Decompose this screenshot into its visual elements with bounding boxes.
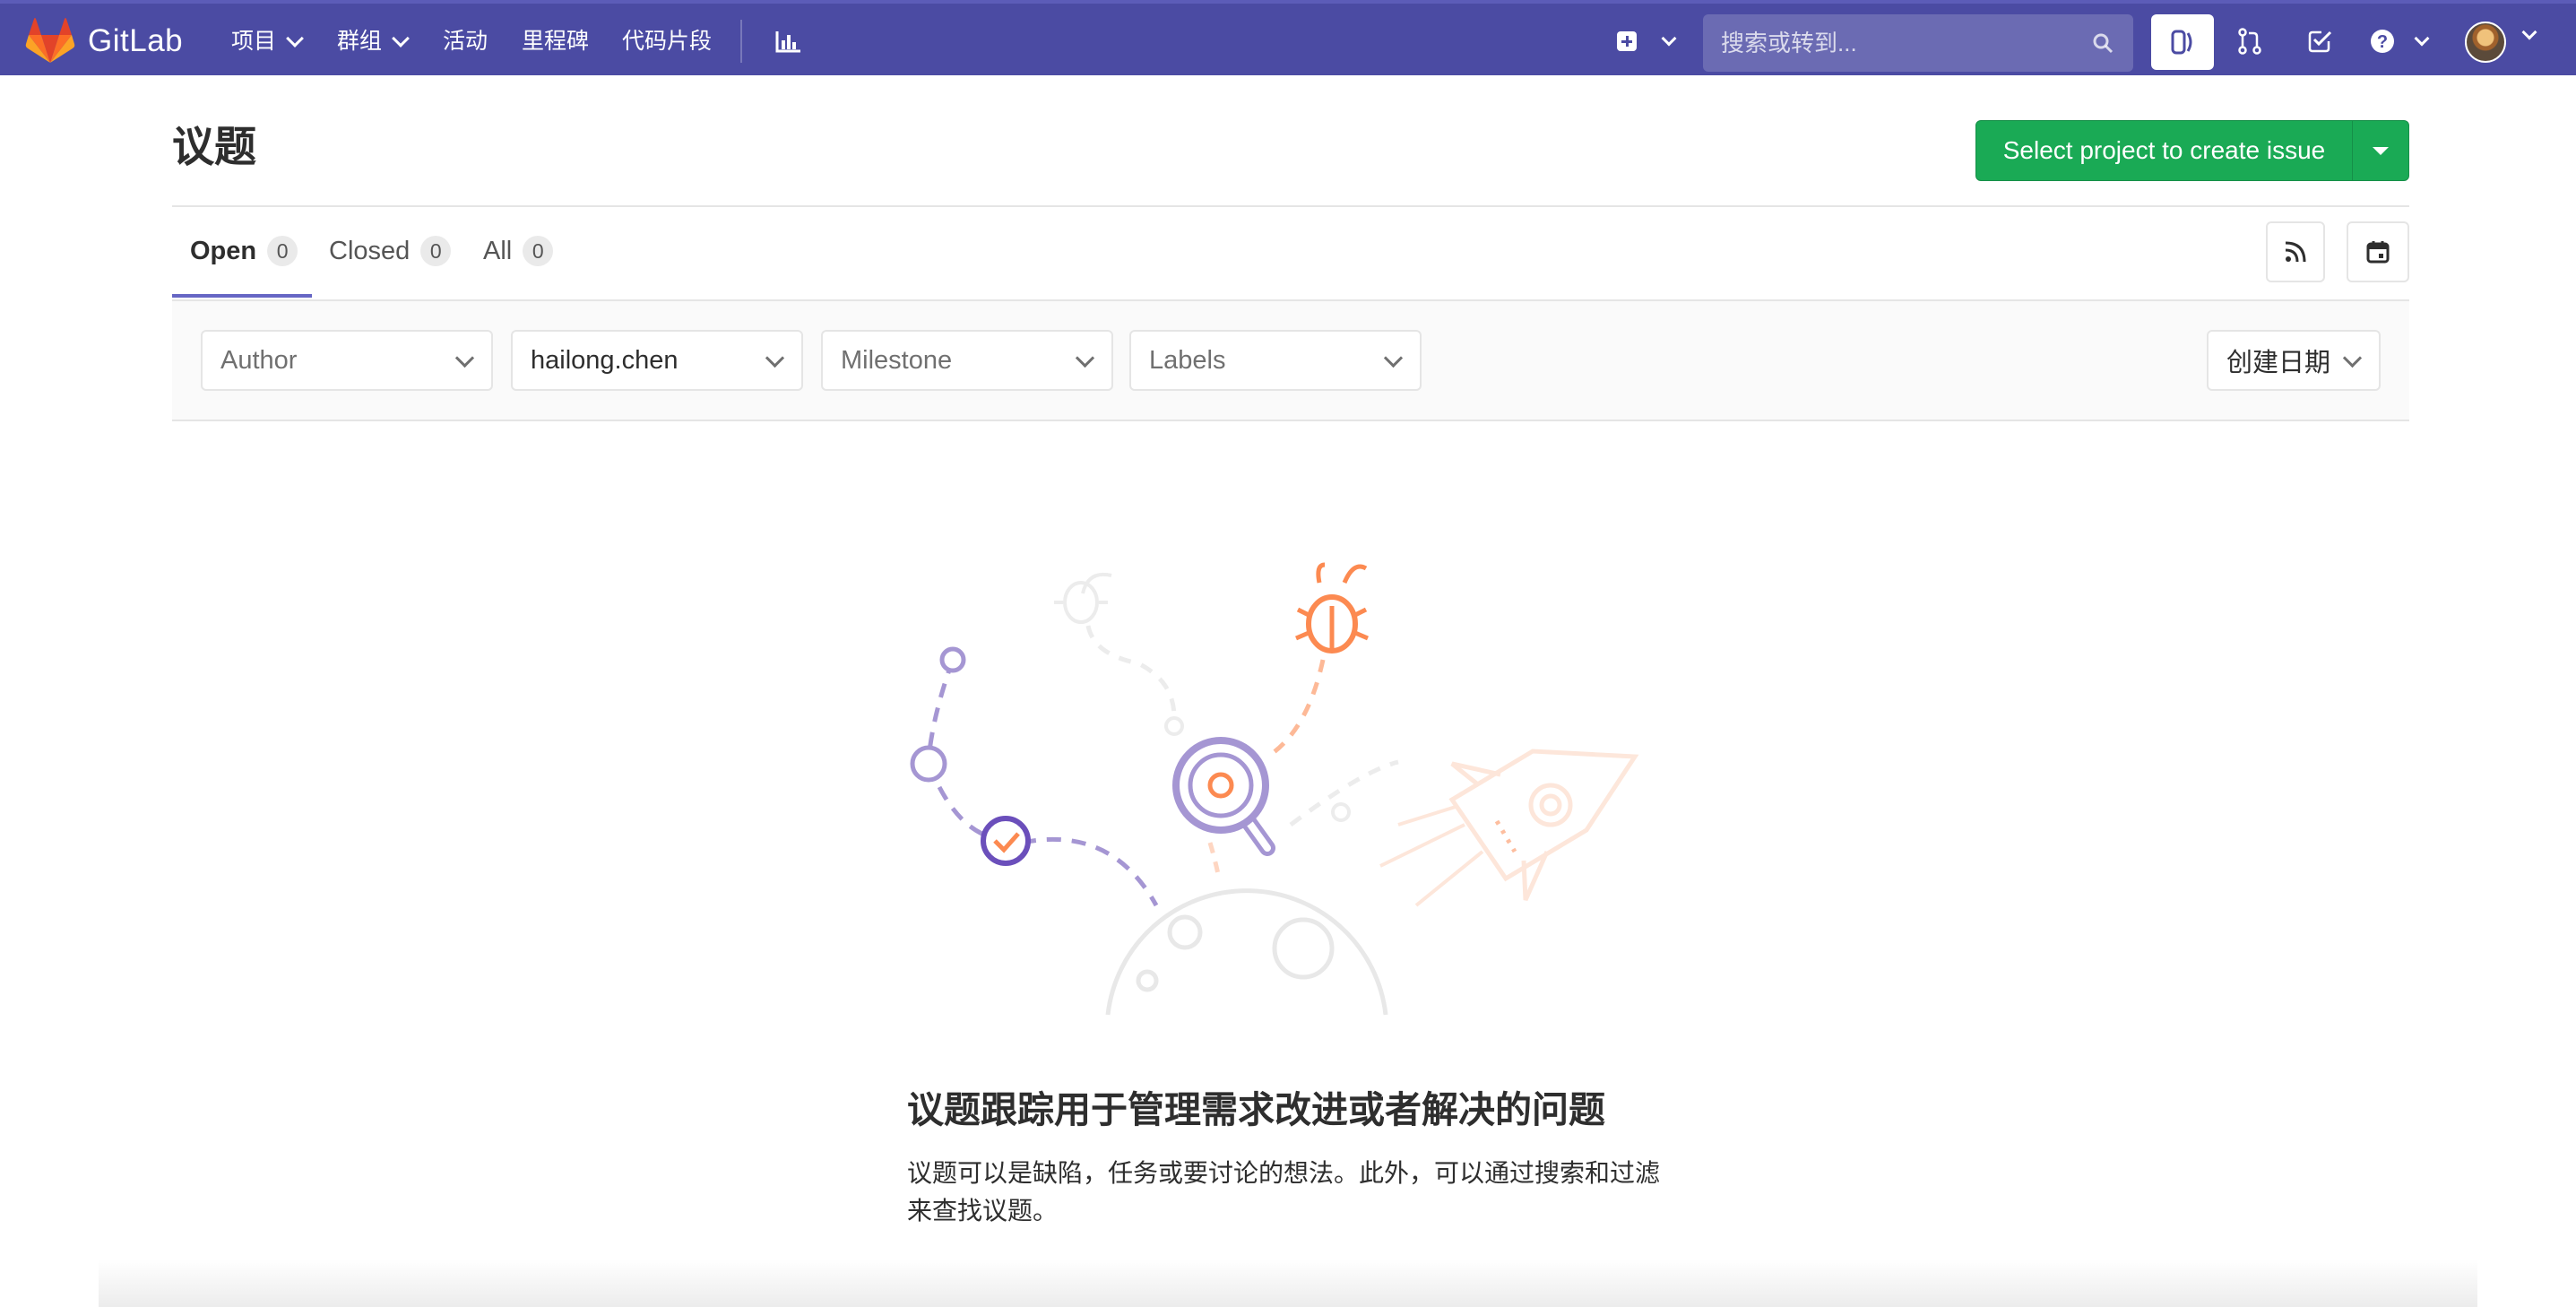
tab-open-label: Open [190, 236, 257, 265]
tab-all-count: 0 [523, 236, 554, 266]
todo-check-icon[interactable] [2300, 22, 2339, 61]
avatar[interactable] [2465, 22, 2506, 63]
chevron-down-icon [1661, 30, 1677, 47]
issues-nav-button[interactable] [2151, 14, 2214, 70]
milestone-filter-label: Milestone [841, 345, 953, 375]
create-issue-dropdown-toggle[interactable] [2353, 121, 2408, 180]
assignee-filter-label: hailong.chen [531, 345, 679, 375]
chevron-down-icon[interactable] [2521, 24, 2537, 40]
caret-down-icon [2373, 146, 2389, 155]
milestone-filter[interactable]: Milestone [821, 330, 1113, 391]
merge-request-icon[interactable] [2230, 22, 2269, 61]
calendar-icon [2366, 241, 2390, 264]
nav-snippets[interactable]: 代码片段 [622, 23, 712, 59]
calendar-button[interactable] [2347, 221, 2409, 282]
nav-activity-label: 活动 [443, 29, 488, 54]
nav-projects-label: 项目 [231, 29, 277, 54]
tab-closed-count: 0 [420, 236, 452, 266]
tab-closed[interactable]: Closed 0 [329, 226, 452, 276]
tab-all-label: All [483, 236, 513, 265]
create-issue-button-group[interactable]: Select project to create issue [1975, 120, 2409, 181]
rss-button[interactable] [2266, 221, 2325, 282]
rocket-icon [1289, 749, 1639, 907]
help-dropdown[interactable]: ? [2370, 22, 2430, 61]
search-input[interactable] [1703, 14, 2133, 72]
nav-activity[interactable]: 活动 [443, 23, 488, 59]
search-icon [2093, 33, 2114, 54]
chevron-down-icon [392, 30, 410, 48]
rss-icon [2285, 241, 2306, 263]
empty-state-description: 议题可以是缺陷，任务或要讨论的想法。此外，可以通过搜索和过滤来查找议题。 [907, 1159, 1661, 1225]
assignee-filter[interactable]: hailong.chen [511, 330, 803, 391]
tab-open[interactable]: Open 0 [190, 226, 298, 276]
svg-text:?: ? [2377, 32, 2388, 52]
tab-closed-label: Closed [329, 236, 411, 265]
nav-divider [740, 20, 742, 63]
search-box[interactable] [1703, 14, 2133, 72]
bug-icon [1271, 562, 1369, 755]
empty-issues-illustration [910, 562, 1639, 1016]
labels-filter-label: Labels [1149, 345, 1226, 375]
faded-bug-icon [1054, 573, 1184, 736]
sort-dropdown-label: 创建日期 [2226, 349, 2331, 377]
nav-snippets-label: 代码片段 [622, 29, 713, 54]
nav-projects[interactable]: 项目 [231, 23, 304, 59]
gitlab-logo-icon[interactable] [25, 18, 75, 65]
chart-icon[interactable] [769, 22, 808, 61]
page-title: 议题 [172, 123, 256, 170]
chevron-down-icon [286, 30, 304, 48]
nav-groups-label: 群组 [337, 29, 383, 54]
issues-icon [2171, 30, 2192, 55]
help-icon: ? [2371, 30, 2394, 53]
nav-milestones[interactable]: 里程碑 [522, 23, 589, 59]
chevron-down-icon [454, 348, 475, 368]
chevron-down-icon [765, 348, 785, 368]
sort-dropdown[interactable]: 创建日期 [2207, 330, 2381, 391]
chevron-down-icon [2414, 30, 2430, 47]
author-filter-label: Author [220, 345, 298, 375]
chevron-down-icon [2342, 348, 2363, 368]
path-illustration [910, 646, 1159, 907]
chevron-down-icon [1383, 348, 1404, 368]
plus-square-icon [1617, 31, 1637, 51]
nav-groups[interactable]: 群组 [337, 23, 410, 59]
magnifier-icon [1172, 737, 1275, 879]
labels-filter[interactable]: Labels [1129, 330, 1422, 391]
nav-milestones-label: 里程碑 [522, 29, 590, 54]
bottom-fade [99, 1259, 2477, 1307]
tab-all[interactable]: All 0 [483, 226, 554, 276]
author-filter[interactable]: Author [201, 330, 493, 391]
new-dropdown[interactable] [1613, 22, 1678, 61]
check-circle-icon [981, 816, 1031, 866]
tab-active-indicator [172, 294, 312, 298]
planet-illustration [1105, 888, 1388, 1016]
chevron-down-icon [1075, 348, 1095, 368]
tab-open-count: 0 [267, 236, 298, 266]
header-divider [172, 205, 2409, 207]
empty-state-title: 议题跟踪用于管理需求改进或者解决的问题 [907, 1089, 1605, 1130]
brand-name[interactable]: GitLab [88, 20, 183, 63]
top-navbar: GitLab 项目 群组 活动 里程碑 代码片段 ? [0, 0, 2576, 75]
create-issue-button[interactable]: Select project to create issue [1976, 121, 2353, 180]
